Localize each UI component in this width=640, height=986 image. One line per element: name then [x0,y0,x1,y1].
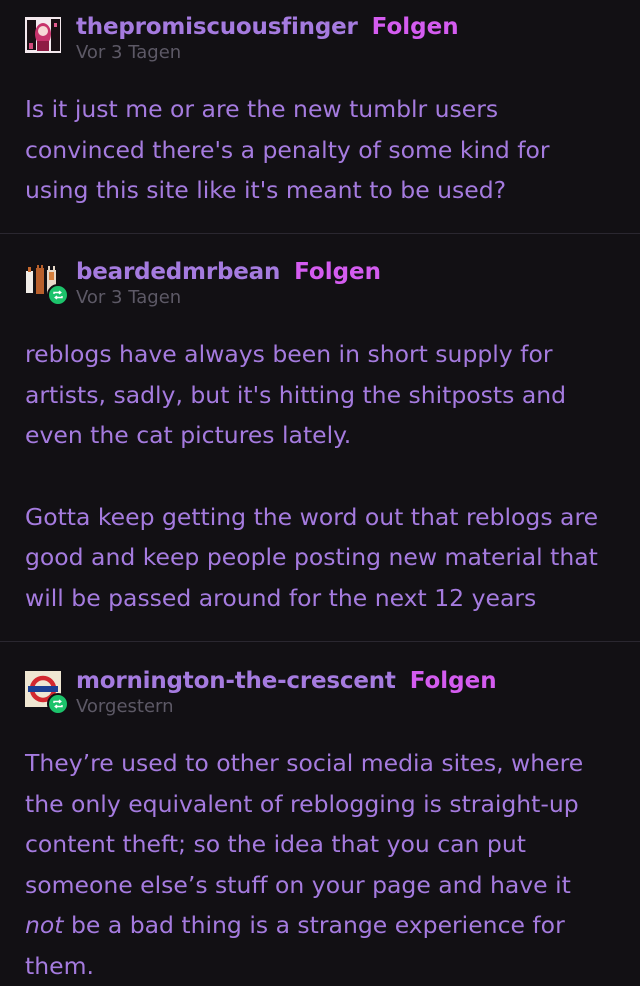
post-header: thepromiscuousfinger Folgen Vor 3 Tagen [25,12,616,72]
follow-button[interactable]: Folgen [410,666,497,696]
post-header: beardedmrbean Folgen Vor 3 Tagen [25,257,616,317]
post-body: reblogs have always been in short supply… [25,334,616,618]
username[interactable]: thepromiscuousfinger [76,12,358,42]
post-paragraph: reblogs have always been in short supply… [25,340,567,449]
post-paragraph: Gotta keep getting the word out that reb… [25,502,599,612]
post-body: Is it just me or are the new tumblr user… [25,89,616,211]
post-paragraph: Is it just me or are the new tumblr user… [25,95,550,204]
timestamp[interactable]: Vorgestern [76,696,497,718]
username[interactable]: beardedmrbean [76,257,280,287]
post: mornington-the-crescent Folgen Vorgester… [0,642,640,985]
avatar[interactable] [25,262,69,306]
post-meta: thepromiscuousfinger Folgen Vor 3 Tagen [76,12,459,64]
post-header: mornington-the-crescent Folgen Vorgester… [25,666,616,726]
timestamp[interactable]: Vor 3 Tagen [76,42,459,64]
post-paragraph: They’re used to other social media sites… [25,743,616,986]
avatar[interactable] [25,17,61,53]
post-text: be a bad thing is a strange experience f… [25,911,565,980]
post: beardedmrbean Folgen Vor 3 Tagen reblogs… [0,234,640,641]
follow-button[interactable]: Folgen [372,12,459,42]
post: thepromiscuousfinger Folgen Vor 3 Tagen … [0,0,640,233]
avatar[interactable] [25,671,69,715]
post-body: They’re used to other social media sites… [25,743,616,986]
timestamp[interactable]: Vor 3 Tagen [76,287,381,309]
emphasis-text: not [25,911,64,939]
reblog-badge-icon [47,693,69,715]
post-meta: mornington-the-crescent Folgen Vorgester… [76,666,497,718]
follow-button[interactable]: Folgen [294,257,381,287]
reblog-badge-icon [47,284,69,306]
username[interactable]: mornington-the-crescent [76,666,396,696]
post-text: They’re used to other social media sites… [25,749,584,899]
anime-avatar-icon [25,17,61,53]
post-meta: beardedmrbean Folgen Vor 3 Tagen [76,257,381,309]
